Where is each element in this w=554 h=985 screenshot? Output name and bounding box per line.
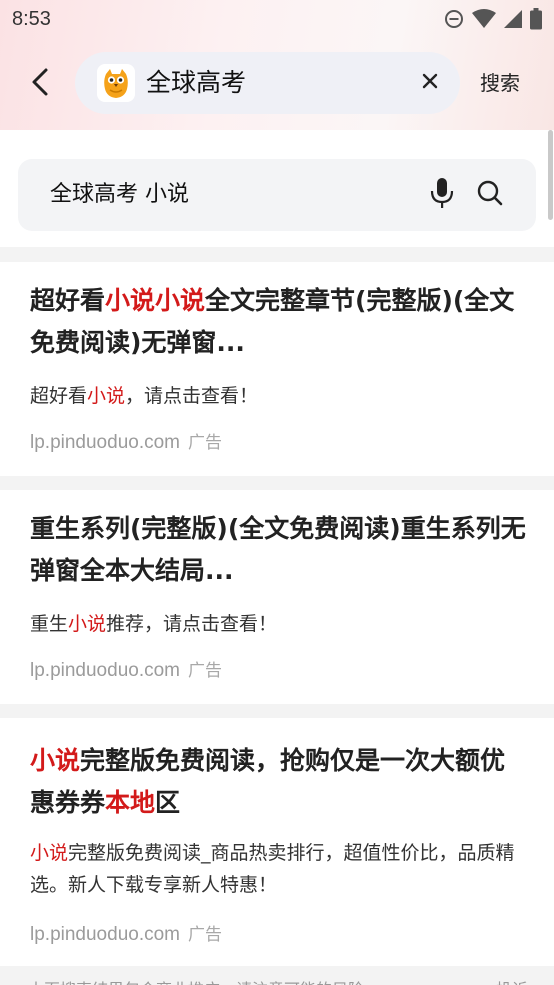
result-description: 重生小说推荐，请点击查看！ — [30, 613, 278, 635]
search-button[interactable]: 搜索 — [480, 52, 520, 114]
dnd-icon — [444, 9, 464, 29]
search-icon — [476, 179, 504, 211]
result-title[interactable]: 重生系列(完整版)(全文免费阅读)重生系列无弹窗全本大结局... — [30, 508, 530, 592]
clear-title-button[interactable] — [415, 68, 445, 98]
result-source: lp.pinduoduo.com 广告 — [30, 656, 222, 682]
result-card[interactable]: 重生系列(完整版)(全文免费阅读)重生系列无弹窗全本大结局... 重生小说推荐，… — [0, 490, 554, 704]
status-bar: 8:53 — [0, 0, 554, 38]
back-button[interactable] — [22, 66, 58, 102]
close-icon — [422, 73, 438, 93]
search-query[interactable]: 全球高考 小说 — [50, 159, 189, 231]
voice-search-button[interactable] — [426, 177, 458, 213]
source-url: lp.pinduoduo.com — [30, 432, 180, 453]
scrollbar[interactable] — [548, 130, 553, 220]
result-description: 超好看小说，请点击查看！ — [30, 385, 259, 407]
signal-icon — [504, 9, 522, 29]
microphone-icon — [430, 177, 454, 213]
status-icons — [444, 8, 542, 30]
wifi-icon — [472, 9, 496, 29]
report-link[interactable]: 投诉 — [496, 976, 528, 985]
result-source: lp.pinduoduo.com 广告 — [30, 920, 222, 946]
result-title[interactable]: 超好看小说小说全文完整章节(完整版)(全文免费阅读)无弹窗... — [30, 280, 530, 364]
ad-tag: 广告 — [188, 433, 222, 453]
search-input[interactable]: 全球高考 小说 — [18, 159, 536, 231]
result-description: 小说完整版免费阅读_商品热卖排行，超值性价比，品质精选。新人下载专享新人特惠！ — [30, 842, 515, 896]
ad-tag: 广告 — [188, 661, 222, 681]
search-submit-button[interactable] — [474, 179, 506, 211]
title-pill[interactable]: 全球高考 — [75, 52, 460, 114]
back-arrow-icon — [28, 67, 52, 101]
app-header: 全球高考 搜索 — [0, 52, 554, 114]
footer-notice: 本页搜索结果包含商业推广，请注意可能的风险 投诉 — [0, 968, 554, 985]
owl-app-logo-icon — [97, 64, 135, 102]
source-url: lp.pinduoduo.com — [30, 660, 180, 681]
status-time: 8:53 — [12, 7, 51, 30]
result-title[interactable]: 小说完整版免费阅读，抢购仅是一次大额优惠券券本地区 — [30, 740, 530, 824]
ad-tag: 广告 — [188, 925, 222, 945]
result-card[interactable]: 超好看小说小说全文完整章节(完整版)(全文免费阅读)无弹窗... 超好看小说，请… — [0, 262, 554, 476]
source-url: lp.pinduoduo.com — [30, 924, 180, 945]
result-card[interactable]: 小说完整版免费阅读，抢购仅是一次大额优惠券券本地区 小说完整版免费阅读_商品热卖… — [0, 718, 554, 966]
battery-icon — [530, 8, 542, 30]
result-source: lp.pinduoduo.com 广告 — [30, 428, 222, 454]
footer-notice-text: 本页搜索结果包含商业推广，请注意可能的风险 — [28, 976, 364, 985]
page-title: 全球高考 — [146, 68, 247, 97]
